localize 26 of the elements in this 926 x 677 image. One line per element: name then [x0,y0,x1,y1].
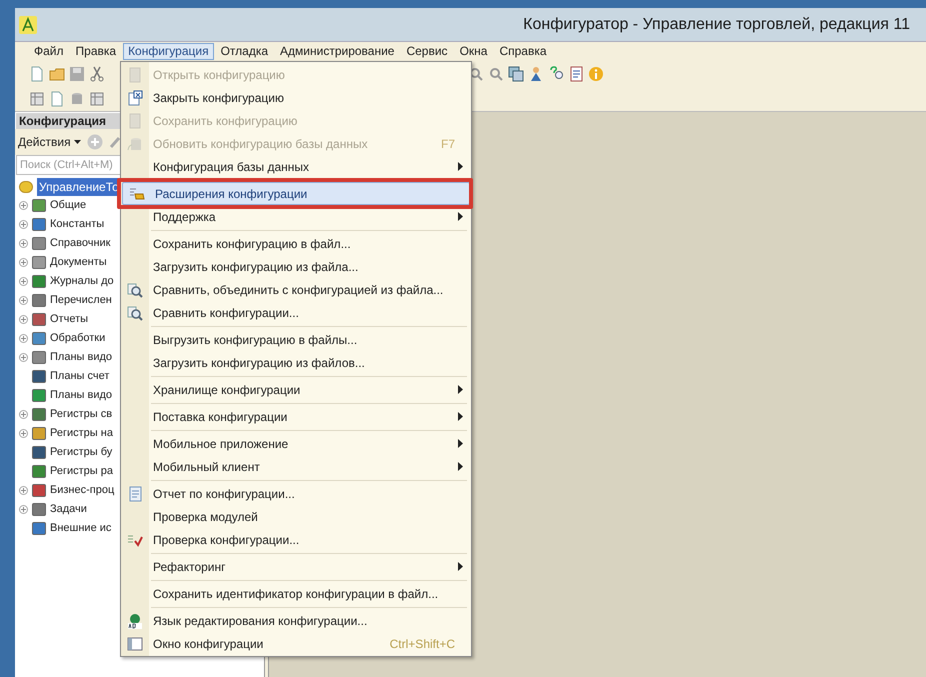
menu-item-label: Проверка модулей [152,508,259,526]
menu-item-label: Проверка конфигурации... [152,532,300,548]
window-title: Конфигуратор - Управление торговлей, редакция 11 [523,14,911,34]
menu-item-label: Открыть конфигурацию [152,66,286,84]
menu-item-label: Выгрузить конфигурацию в файлы... [152,332,358,348]
menu-item-label: Закрыть конфигурацию [152,90,285,106]
shortcut-label: F7 [440,136,456,152]
menu-item-label: Сохранить идентификатор конфигурации в файл... [152,586,440,602]
menu-item-label: Мобильный клиент [152,458,261,476]
menu-item-label: Обновить конфигурацию базы данных [152,136,369,152]
menu-item-label: Загрузить конфигурацию из файлов... [152,354,366,372]
menu-item-label: Конфигурация базы данных [152,158,310,176]
menu-item-label: Поставка конфигурации [152,408,288,426]
menu-item-label: Хранилище конфигурации [152,382,302,398]
menu-item-label: Расширения конфигурации [154,186,308,202]
menu-item-label: Рефакторинг [152,558,226,576]
menu-item-label: Язык редактирования конфигурации... [152,612,368,630]
menu-item-label: Сохранить конфигурацию в файл... [152,236,352,252]
menu-item-label: Поддержка [152,208,217,226]
menu-item-label: Мобильное приложение [152,436,290,452]
menu-item-label: Сравнить конфигурации... [152,304,300,322]
menu-item-label: Отчет по конфигурации... [152,486,296,502]
menu-item-label: Сравнить, объединить с конфигурацией из файла... [152,282,444,298]
menu-item-label: Загрузить конфигурацию из файла... [152,258,360,276]
menu-item-label: Окно конфигурации [152,636,264,652]
shortcut-label: Ctrl+Shift+C [390,636,456,652]
